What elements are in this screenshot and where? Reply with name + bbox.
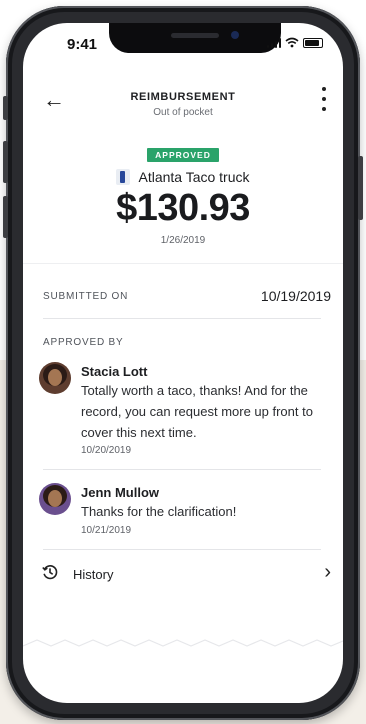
power-button [358,156,363,220]
chevron-right-icon: › [324,561,331,583]
battery-icon [303,37,323,48]
merchant-name: Atlanta Taco truck [138,169,250,185]
page-title: REIMBURSEMENT [130,91,236,103]
expense-date: 1/26/2019 [160,235,206,246]
avatar [39,362,71,394]
section-divider [23,263,343,264]
approved-by-label: APPROVED BY [43,337,124,348]
submitted-on-label: SUBMITTED ON [43,291,129,302]
mute-switch [3,96,8,120]
history-row[interactable]: History › [23,559,343,589]
app-header: ← REIMBURSEMENT Out of pocket [23,83,343,123]
cellular-signal-icon [266,37,281,48]
comment-date: 10/21/2019 [81,525,132,536]
section-divider [43,318,321,319]
volume-down-button [3,196,8,238]
speaker [171,33,219,38]
receipt-edge [23,639,343,647]
section-divider [43,549,321,550]
history-clock-icon [42,565,58,580]
wifi-icon [285,37,299,48]
commenter-name: Jenn Mullow [81,485,159,500]
comment-text: Totally worth a taco, thanks! And for th… [81,383,313,440]
phone-frame: 9:41 ← REIMBURSEMENT Out of pocket APPRO… [3,6,363,720]
merchant-logo-icon [116,169,131,185]
more-options-icon[interactable] [321,87,327,111]
status-time: 9:41 [67,36,98,53]
submitted-on-value: 10/19/2019 [260,288,331,304]
section-divider [43,469,321,470]
commenter-name: Stacia Lott [81,364,148,379]
phone-screen: 9:41 ← REIMBURSEMENT Out of pocket APPRO… [23,23,343,703]
status-badge: APPROVED [147,148,219,162]
notch [109,23,281,53]
expense-amount: $130.93 [116,187,250,229]
avatar [39,483,71,515]
camera [231,31,239,39]
merchant: Atlanta Taco truck [23,169,343,185]
comment-date: 10/20/2019 [81,445,132,456]
comment-text: Thanks for the clarification! [81,504,237,519]
status-icons [266,37,323,48]
page-subtitle: Out of pocket [153,107,213,118]
history-label: History [73,567,114,582]
volume-up-button [3,141,8,183]
